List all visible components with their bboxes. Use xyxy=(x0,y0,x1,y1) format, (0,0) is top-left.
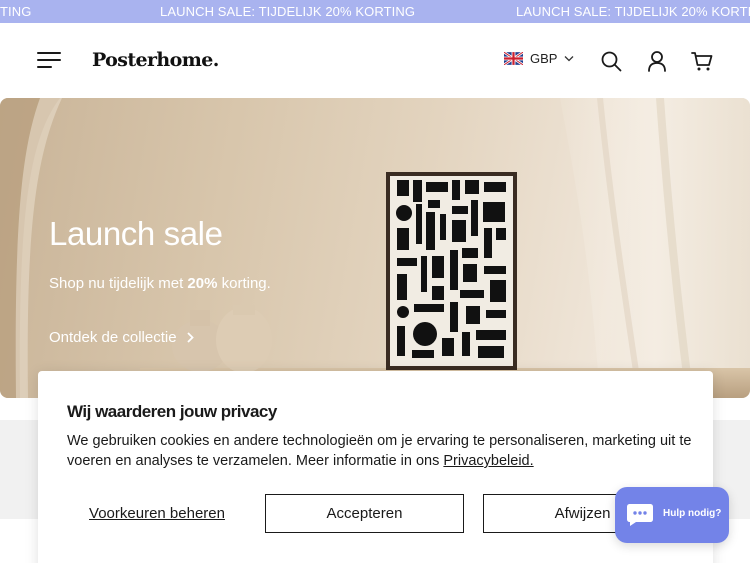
cart-icon[interactable] xyxy=(691,50,713,72)
hero-subtitle-text: Shop nu tijdelijk met xyxy=(49,275,188,292)
announcement-text: TING xyxy=(0,4,32,19)
hero-subtitle-text: korting. xyxy=(217,275,271,292)
cookie-description: We gebruiken cookies en andere technolog… xyxy=(67,431,692,471)
cookie-title: Wij waarderen jouw privacy xyxy=(67,402,277,421)
chat-label: Hulp nodig? xyxy=(663,508,722,519)
announcement-text: LAUNCH SALE: TIJDELIJK 20% KORTING xyxy=(160,4,416,19)
hero-subtitle-discount: 20% xyxy=(187,275,218,292)
privacy-policy-link[interactable]: Privacybeleid. xyxy=(443,453,533,469)
accept-button[interactable]: Accepteren xyxy=(265,494,464,533)
cookie-body-text: We gebruiken cookies en andere technolog… xyxy=(67,433,692,469)
chat-bubble-icon xyxy=(627,504,653,526)
chevron-down-icon xyxy=(565,56,574,62)
hero-banner: Launch sale Shop nu tijdelijk met 20% ko… xyxy=(0,98,750,398)
discover-collection-label: Ontdek de collectie xyxy=(49,329,177,346)
discover-collection-link[interactable]: Ontdek de collectie xyxy=(49,329,194,346)
chevron-right-icon xyxy=(186,332,194,343)
site-header: Posterhome. GBP xyxy=(0,23,750,98)
manage-preferences-button[interactable]: Voorkeuren beheren xyxy=(67,494,247,532)
search-icon[interactable] xyxy=(600,50,622,72)
uk-flag-icon xyxy=(504,52,523,65)
page: TING LAUNCH SALE: TIJDELIJK 20% KORTING … xyxy=(0,0,750,563)
site-logo[interactable]: Posterhome. xyxy=(92,49,219,71)
announcement-text: LAUNCH SALE: TIJDELIJK 20% KORTING xyxy=(516,4,750,19)
currency-selector[interactable]: GBP xyxy=(504,51,574,66)
cookie-consent-dialog: Wij waarderen jouw privacy We gebruiken … xyxy=(38,371,713,563)
chat-widget-button[interactable]: Hulp nodig? xyxy=(615,487,729,543)
announcement-bar: TING LAUNCH SALE: TIJDELIJK 20% KORTING … xyxy=(0,0,750,23)
menu-icon[interactable] xyxy=(37,52,61,69)
currency-label: GBP xyxy=(530,51,558,66)
hero-subtitle: Shop nu tijdelijk met 20% korting. xyxy=(49,275,271,292)
hero-title: Launch sale xyxy=(49,215,223,252)
account-icon[interactable] xyxy=(646,50,668,72)
